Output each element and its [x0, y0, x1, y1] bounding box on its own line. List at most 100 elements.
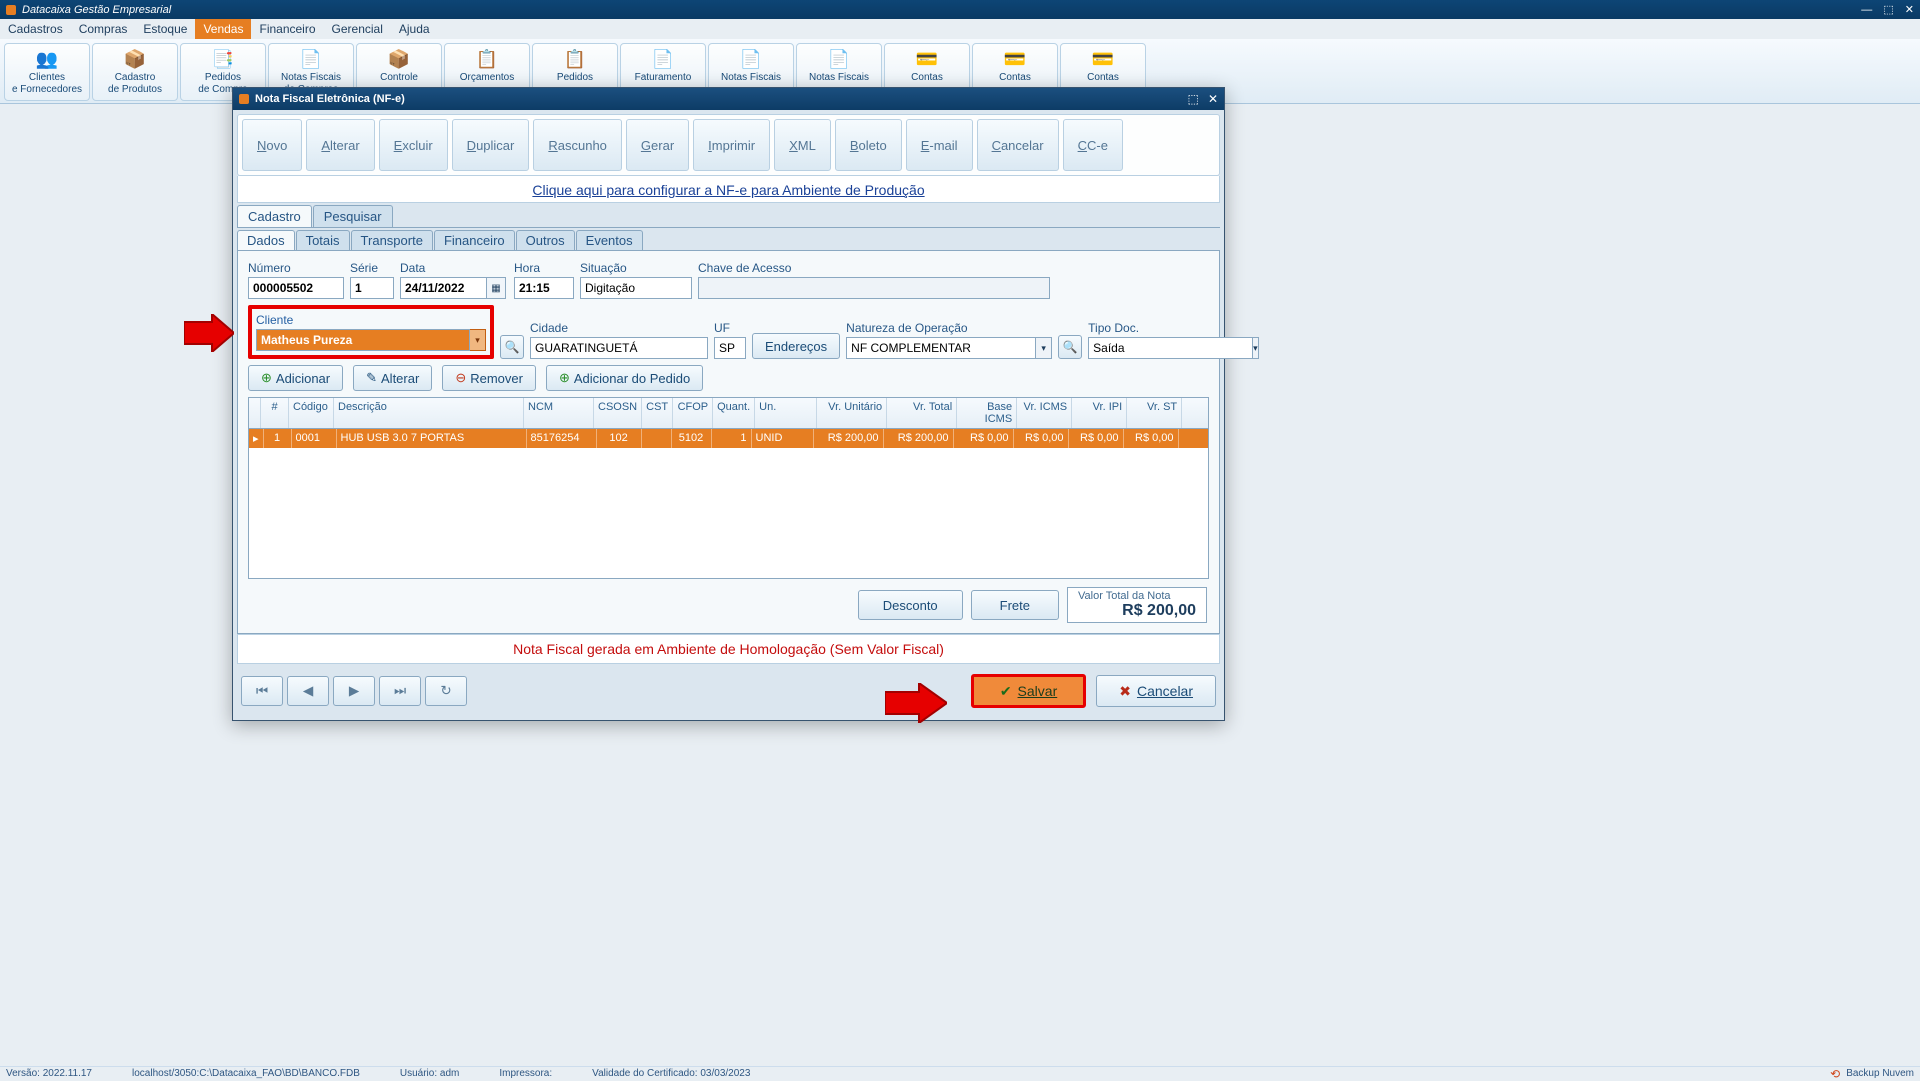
x-icon: ✖ — [1119, 683, 1131, 700]
tab-pesquisar[interactable]: Pesquisar — [313, 205, 393, 227]
desconto-button[interactable]: Desconto — [858, 590, 963, 620]
col-vipi: Vr. IPI — [1072, 398, 1127, 428]
cliente-select[interactable] — [256, 329, 470, 351]
config-link[interactable]: Clique aqui para configurar a NF-e para … — [532, 182, 924, 198]
action-cc-e[interactable]: CC-e — [1063, 119, 1123, 171]
tab-cadastro[interactable]: Cadastro — [237, 205, 312, 227]
serie-input[interactable] — [350, 277, 394, 299]
arrow-cliente — [184, 314, 234, 352]
subtab-totais[interactable]: Totais — [296, 230, 350, 250]
action-gerar[interactable]: Gerar — [626, 119, 689, 171]
last-icon[interactable]: ⏭ — [379, 676, 421, 706]
status-versao: Versão: 2022.11.17 — [6, 1068, 92, 1079]
dialog-titlebar: Nota Fiscal Eletrônica (NF-e) ⬚ ✕ — [233, 88, 1224, 110]
grid-row[interactable]: ▸ 1 0001 HUB USB 3.0 7 PORTAS 85176254 1… — [249, 429, 1208, 448]
dialog-close-icon[interactable]: ✕ — [1208, 92, 1218, 106]
situacao-input[interactable] — [580, 277, 692, 299]
statusbar: Versão: 2022.11.17 localhost/3050:C:\Dat… — [0, 1066, 1920, 1080]
menu-financeiro[interactable]: Financeiro — [251, 19, 323, 39]
natureza-select[interactable] — [846, 337, 1036, 359]
menu-estoque[interactable]: Estoque — [135, 19, 195, 39]
action-cancelar[interactable]: Cancelar — [977, 119, 1059, 171]
total-box: Valor Total da Nota R$ 200,00 — [1067, 587, 1207, 623]
menu-cadastros[interactable]: Cadastros — [0, 19, 71, 39]
prev-icon[interactable]: ◀ — [287, 676, 329, 706]
chave-input[interactable] — [698, 277, 1050, 299]
dialog-maximize-icon[interactable]: ⬚ — [1188, 92, 1199, 106]
cancelar-button[interactable]: ✖Cancelar — [1096, 675, 1216, 707]
subtab-eventos[interactable]: Eventos — [576, 230, 643, 250]
action-rascunho[interactable]: Rascunho — [533, 119, 622, 171]
chevron-down-icon[interactable]: ▾ — [470, 329, 486, 351]
action-duplicar[interactable]: Duplicar — [452, 119, 530, 171]
ribbon-button[interactable]: 📦Cadastrode Produtos — [92, 43, 178, 101]
subtab-financeiro[interactable]: Financeiro — [434, 230, 515, 250]
action-boleto[interactable]: Boleto — [835, 119, 902, 171]
action-excluir[interactable]: Excluir — [379, 119, 448, 171]
cliente-highlight: Cliente ▾ — [248, 305, 494, 359]
total-label: Valor Total da Nota — [1078, 590, 1196, 602]
ribbon-icon: 📦 — [122, 48, 148, 70]
grid-header: # Código Descrição NCM CSOSN CST CFOP Qu… — [249, 398, 1208, 429]
status-usuario: Usuário: adm — [400, 1068, 459, 1079]
natureza-lookup-button[interactable]: 🔍 — [1058, 335, 1082, 359]
ribbon-icon: 📄 — [826, 48, 852, 70]
close-icon[interactable]: ✕ — [1905, 4, 1914, 16]
ribbon-button[interactable]: 👥Clientese Fornecedores — [4, 43, 90, 101]
action-e-mail[interactable]: E-mail — [906, 119, 973, 171]
col-quant: Quant. — [713, 398, 755, 428]
action-xml[interactable]: XML — [774, 119, 831, 171]
action-alterar[interactable]: Alterar — [306, 119, 374, 171]
numero-label: Número — [248, 261, 344, 275]
status-validade: Validade do Certificado: 03/03/2023 — [592, 1068, 750, 1079]
ribbon-icon: 📑 — [210, 48, 236, 70]
menu-gerencial[interactable]: Gerencial — [324, 19, 391, 39]
menu-ajuda[interactable]: Ajuda — [391, 19, 438, 39]
cidade-label: Cidade — [530, 321, 708, 335]
dialog-title: Nota Fiscal Eletrônica (NF-e) — [255, 93, 405, 105]
subtab-dados[interactable]: Dados — [237, 230, 295, 250]
salvar-button[interactable]: ✔Salvar — [971, 674, 1086, 708]
calendar-icon[interactable]: ▦ — [486, 277, 506, 299]
cliente-lookup-button[interactable]: 🔍 — [500, 335, 524, 359]
refresh-icon[interactable]: ↻ — [425, 676, 467, 706]
cidade-input[interactable] — [530, 337, 708, 359]
alterar-item-button[interactable]: ✎Alterar — [353, 365, 432, 391]
hora-input[interactable] — [514, 277, 574, 299]
app-title: Datacaixa Gestão Empresarial — [22, 4, 171, 16]
sub-tabs: Dados Totais Transporte Financeiro Outro… — [237, 230, 1220, 251]
subtab-outros[interactable]: Outros — [516, 230, 575, 250]
data-input[interactable] — [400, 277, 486, 299]
col-un: Un. — [755, 398, 817, 428]
nfe-dialog: Nota Fiscal Eletrônica (NF-e) ⬚ ✕ NovoAl… — [232, 87, 1225, 721]
action-imprimir[interactable]: Imprimir — [693, 119, 770, 171]
ribbon-icon: 📦 — [386, 48, 412, 70]
maximize-icon[interactable]: ⬚ — [1883, 4, 1893, 16]
uf-input[interactable] — [714, 337, 746, 359]
subtab-transporte[interactable]: Transporte — [351, 230, 433, 250]
chevron-down-icon[interactable]: ▾ — [1036, 337, 1052, 359]
remover-item-button[interactable]: ⊖Remover — [442, 365, 536, 391]
enderecos-button[interactable]: Endereços — [752, 333, 840, 359]
frete-button[interactable]: Frete — [971, 590, 1059, 620]
hora-label: Hora — [514, 261, 574, 275]
refresh-icon[interactable]: ⟲ — [1830, 1067, 1840, 1081]
plus-icon: ⊕ — [559, 370, 570, 386]
status-conn: localhost/3050:C:\Datacaixa_FAO\BD\BANCO… — [132, 1068, 360, 1079]
action-novo[interactable]: Novo — [242, 119, 302, 171]
serie-label: Série — [350, 261, 394, 275]
adicionar-item-button[interactable]: ⊕Adicionar — [248, 365, 343, 391]
tipo-select[interactable] — [1088, 337, 1253, 359]
ribbon-icon: 💳 — [1002, 48, 1028, 70]
numero-input[interactable] — [248, 277, 344, 299]
main-tabs: Cadastro Pesquisar — [237, 205, 1220, 228]
menu-compras[interactable]: Compras — [71, 19, 136, 39]
status-backup: Backup Nuvem — [1846, 1068, 1914, 1079]
minimize-icon[interactable]: — — [1861, 4, 1872, 16]
check-icon: ✔ — [1000, 683, 1012, 700]
menu-vendas[interactable]: Vendas — [195, 19, 251, 39]
first-icon[interactable]: ⏮ — [241, 676, 283, 706]
adicionar-pedido-button[interactable]: ⊕Adicionar do Pedido — [546, 365, 703, 391]
chevron-down-icon[interactable]: ▾ — [1253, 337, 1259, 359]
next-icon[interactable]: ▶ — [333, 676, 375, 706]
